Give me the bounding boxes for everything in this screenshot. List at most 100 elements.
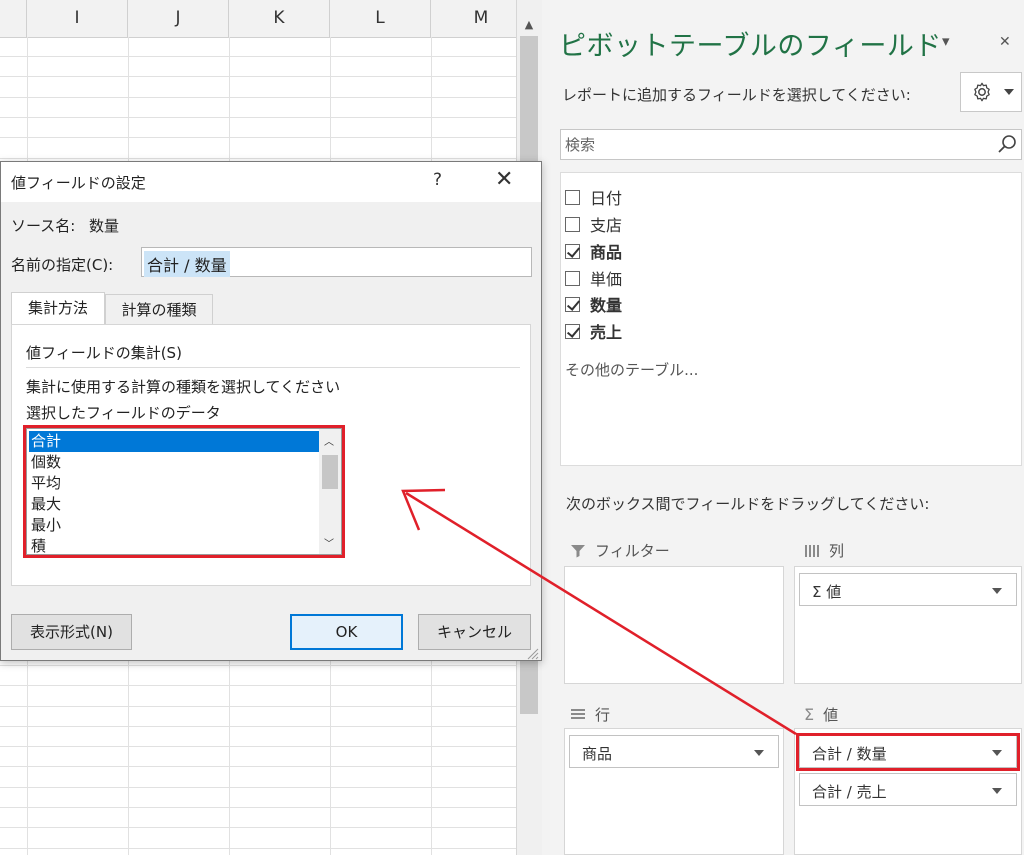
chevron-down-icon[interactable] xyxy=(992,788,1002,794)
search-placeholder: 検索 xyxy=(565,136,596,154)
rows-area-label: 行 xyxy=(595,706,611,724)
field-item-date[interactable]: 日付 xyxy=(565,184,622,210)
search-icon[interactable] xyxy=(997,134,1017,154)
field-label: 売上 xyxy=(590,323,623,342)
field-checkbox[interactable] xyxy=(565,216,580,232)
field-checkbox[interactable] xyxy=(565,270,580,286)
column-header-m[interactable]: M xyxy=(431,0,516,37)
tab-summarize-by[interactable]: 集計方法 xyxy=(11,292,105,325)
column-header-partial[interactable] xyxy=(0,0,27,37)
gear-icon xyxy=(974,82,990,102)
tab-show-values-as[interactable]: 計算の種類 xyxy=(105,294,213,326)
field-checkbox[interactable] xyxy=(565,189,580,205)
filter-area-label: フィルター xyxy=(595,542,670,560)
custom-name-input[interactable]: 合計 / 数量 xyxy=(141,247,532,277)
chevron-down-icon xyxy=(1004,89,1014,95)
values-chip-sum-sales[interactable]: 合計 / 売上 xyxy=(799,773,1017,806)
grid-row-line xyxy=(0,827,516,828)
columns-chip-values[interactable]: Σ 値 xyxy=(799,573,1017,606)
filter-icon xyxy=(571,544,585,557)
rows-icon xyxy=(571,708,585,719)
pivot-fields-pane: ピボットテーブルのフィールド ▾ ✕ レポートに追加するフィールドを選択してくだ… xyxy=(542,0,1024,855)
section-divider xyxy=(26,367,520,368)
grid-row-line xyxy=(0,848,516,849)
grid-row-line xyxy=(0,726,516,727)
field-label: 数量 xyxy=(590,296,623,315)
rows-chip-product[interactable]: 商品 xyxy=(569,735,779,768)
pane-subtitle: レポートに追加するフィールドを選択してください: xyxy=(562,86,911,104)
field-search-input[interactable]: 検索 xyxy=(560,129,1022,160)
value-field-settings-dialog: 値フィールドの設定 ? ✕ ソース名: 数量 名前の指定(C): 合計 / 数量… xyxy=(0,161,542,661)
columns-area-label: 列 xyxy=(829,542,845,560)
source-name-label: ソース名: xyxy=(11,217,76,235)
description-line-2: 選択したフィールドのデータ xyxy=(26,404,221,422)
field-label: 商品 xyxy=(590,243,623,262)
field-checkbox[interactable] xyxy=(565,323,580,339)
chevron-down-icon[interactable] xyxy=(992,588,1002,594)
chip-label: 商品 xyxy=(582,745,613,763)
column-header-j[interactable]: J xyxy=(128,0,229,37)
chip-label: Σ 値 xyxy=(812,583,842,601)
filter-area-title: フィルター xyxy=(570,540,670,561)
sigma-icon: Σ xyxy=(804,705,815,724)
filter-drop-area[interactable] xyxy=(564,566,784,684)
cancel-button[interactable]: キャンセル xyxy=(418,614,531,650)
grid-row-line xyxy=(0,56,516,57)
field-item-unit-price[interactable]: 単価 xyxy=(565,265,622,291)
pane-title: ピボットテーブルのフィールド xyxy=(559,31,942,62)
scroll-up-arrow-icon[interactable]: ▲ xyxy=(520,16,538,34)
close-icon[interactable]: ✕ xyxy=(495,167,513,192)
annotation-highlight-listbox xyxy=(23,425,345,558)
number-format-button[interactable]: 表示形式(N) xyxy=(11,614,132,650)
pane-close-icon[interactable]: ✕ xyxy=(999,34,1011,50)
ok-button[interactable]: OK xyxy=(290,614,403,650)
resize-grip-icon[interactable] xyxy=(525,646,539,660)
field-label: 日付 xyxy=(590,189,623,208)
field-item-sales[interactable]: 売上 xyxy=(565,318,622,344)
description-line-1: 集計に使用する計算の種類を選択してください xyxy=(26,378,341,396)
pane-options-dropdown-icon[interactable]: ▾ xyxy=(942,32,950,50)
layout-settings-button[interactable] xyxy=(960,72,1022,112)
grid-row-line xyxy=(0,158,516,159)
grid-row-line xyxy=(0,117,516,118)
custom-name-value: 合計 / 数量 xyxy=(144,251,230,277)
field-label: 支店 xyxy=(590,216,623,235)
grid-row-line xyxy=(0,665,516,666)
grid-row-line xyxy=(0,787,516,788)
field-list: 日付 支店 商品 単価 数量 売上 その他のテーブル... xyxy=(560,172,1022,466)
grid-row-line xyxy=(0,766,516,767)
field-item-branch[interactable]: 支店 xyxy=(565,211,622,237)
dialog-titlebar[interactable]: 値フィールドの設定 ? ✕ xyxy=(1,162,541,202)
drag-hint: 次のボックス間でフィールドをドラッグしてください: xyxy=(566,495,930,513)
rows-drop-area[interactable]: 商品 xyxy=(564,728,784,855)
chip-label: 合計 / 売上 xyxy=(812,783,887,801)
columns-icon xyxy=(805,544,819,557)
column-header-l[interactable]: L xyxy=(330,0,431,37)
help-icon[interactable]: ? xyxy=(433,170,442,190)
field-checkbox[interactable] xyxy=(565,296,580,312)
columns-drop-area[interactable]: Σ 値 xyxy=(794,566,1022,684)
grid-row-line xyxy=(0,137,516,138)
rows-area-title: 行 xyxy=(570,704,610,725)
custom-name-label: 名前の指定(C): xyxy=(11,256,114,274)
column-header-k[interactable]: K xyxy=(229,0,330,37)
grid-row-line xyxy=(0,76,516,77)
field-checkbox[interactable] xyxy=(565,243,580,259)
grid-row-line xyxy=(0,706,516,707)
annotation-highlight-values-chip xyxy=(796,733,1020,771)
grid-row-line xyxy=(0,685,516,686)
values-area-label: 値 xyxy=(823,706,839,724)
columns-area-title: 列 xyxy=(804,540,844,561)
dialog-title: 値フィールドの設定 xyxy=(11,174,146,192)
grid-row-line xyxy=(0,807,516,808)
grid-row-line xyxy=(0,746,516,747)
values-area-title: Σ 値 xyxy=(804,704,838,725)
column-header-i[interactable]: I xyxy=(27,0,128,37)
source-name-value: 数量 xyxy=(89,217,120,235)
column-header-row: I J K L M xyxy=(0,0,516,38)
chevron-down-icon[interactable] xyxy=(754,750,764,756)
field-item-product[interactable]: 商品 xyxy=(565,238,622,264)
section-title: 値フィールドの集計(S) xyxy=(26,344,182,362)
field-item-quantity[interactable]: 数量 xyxy=(565,291,622,317)
other-tables-link[interactable]: その他のテーブル... xyxy=(565,359,698,380)
